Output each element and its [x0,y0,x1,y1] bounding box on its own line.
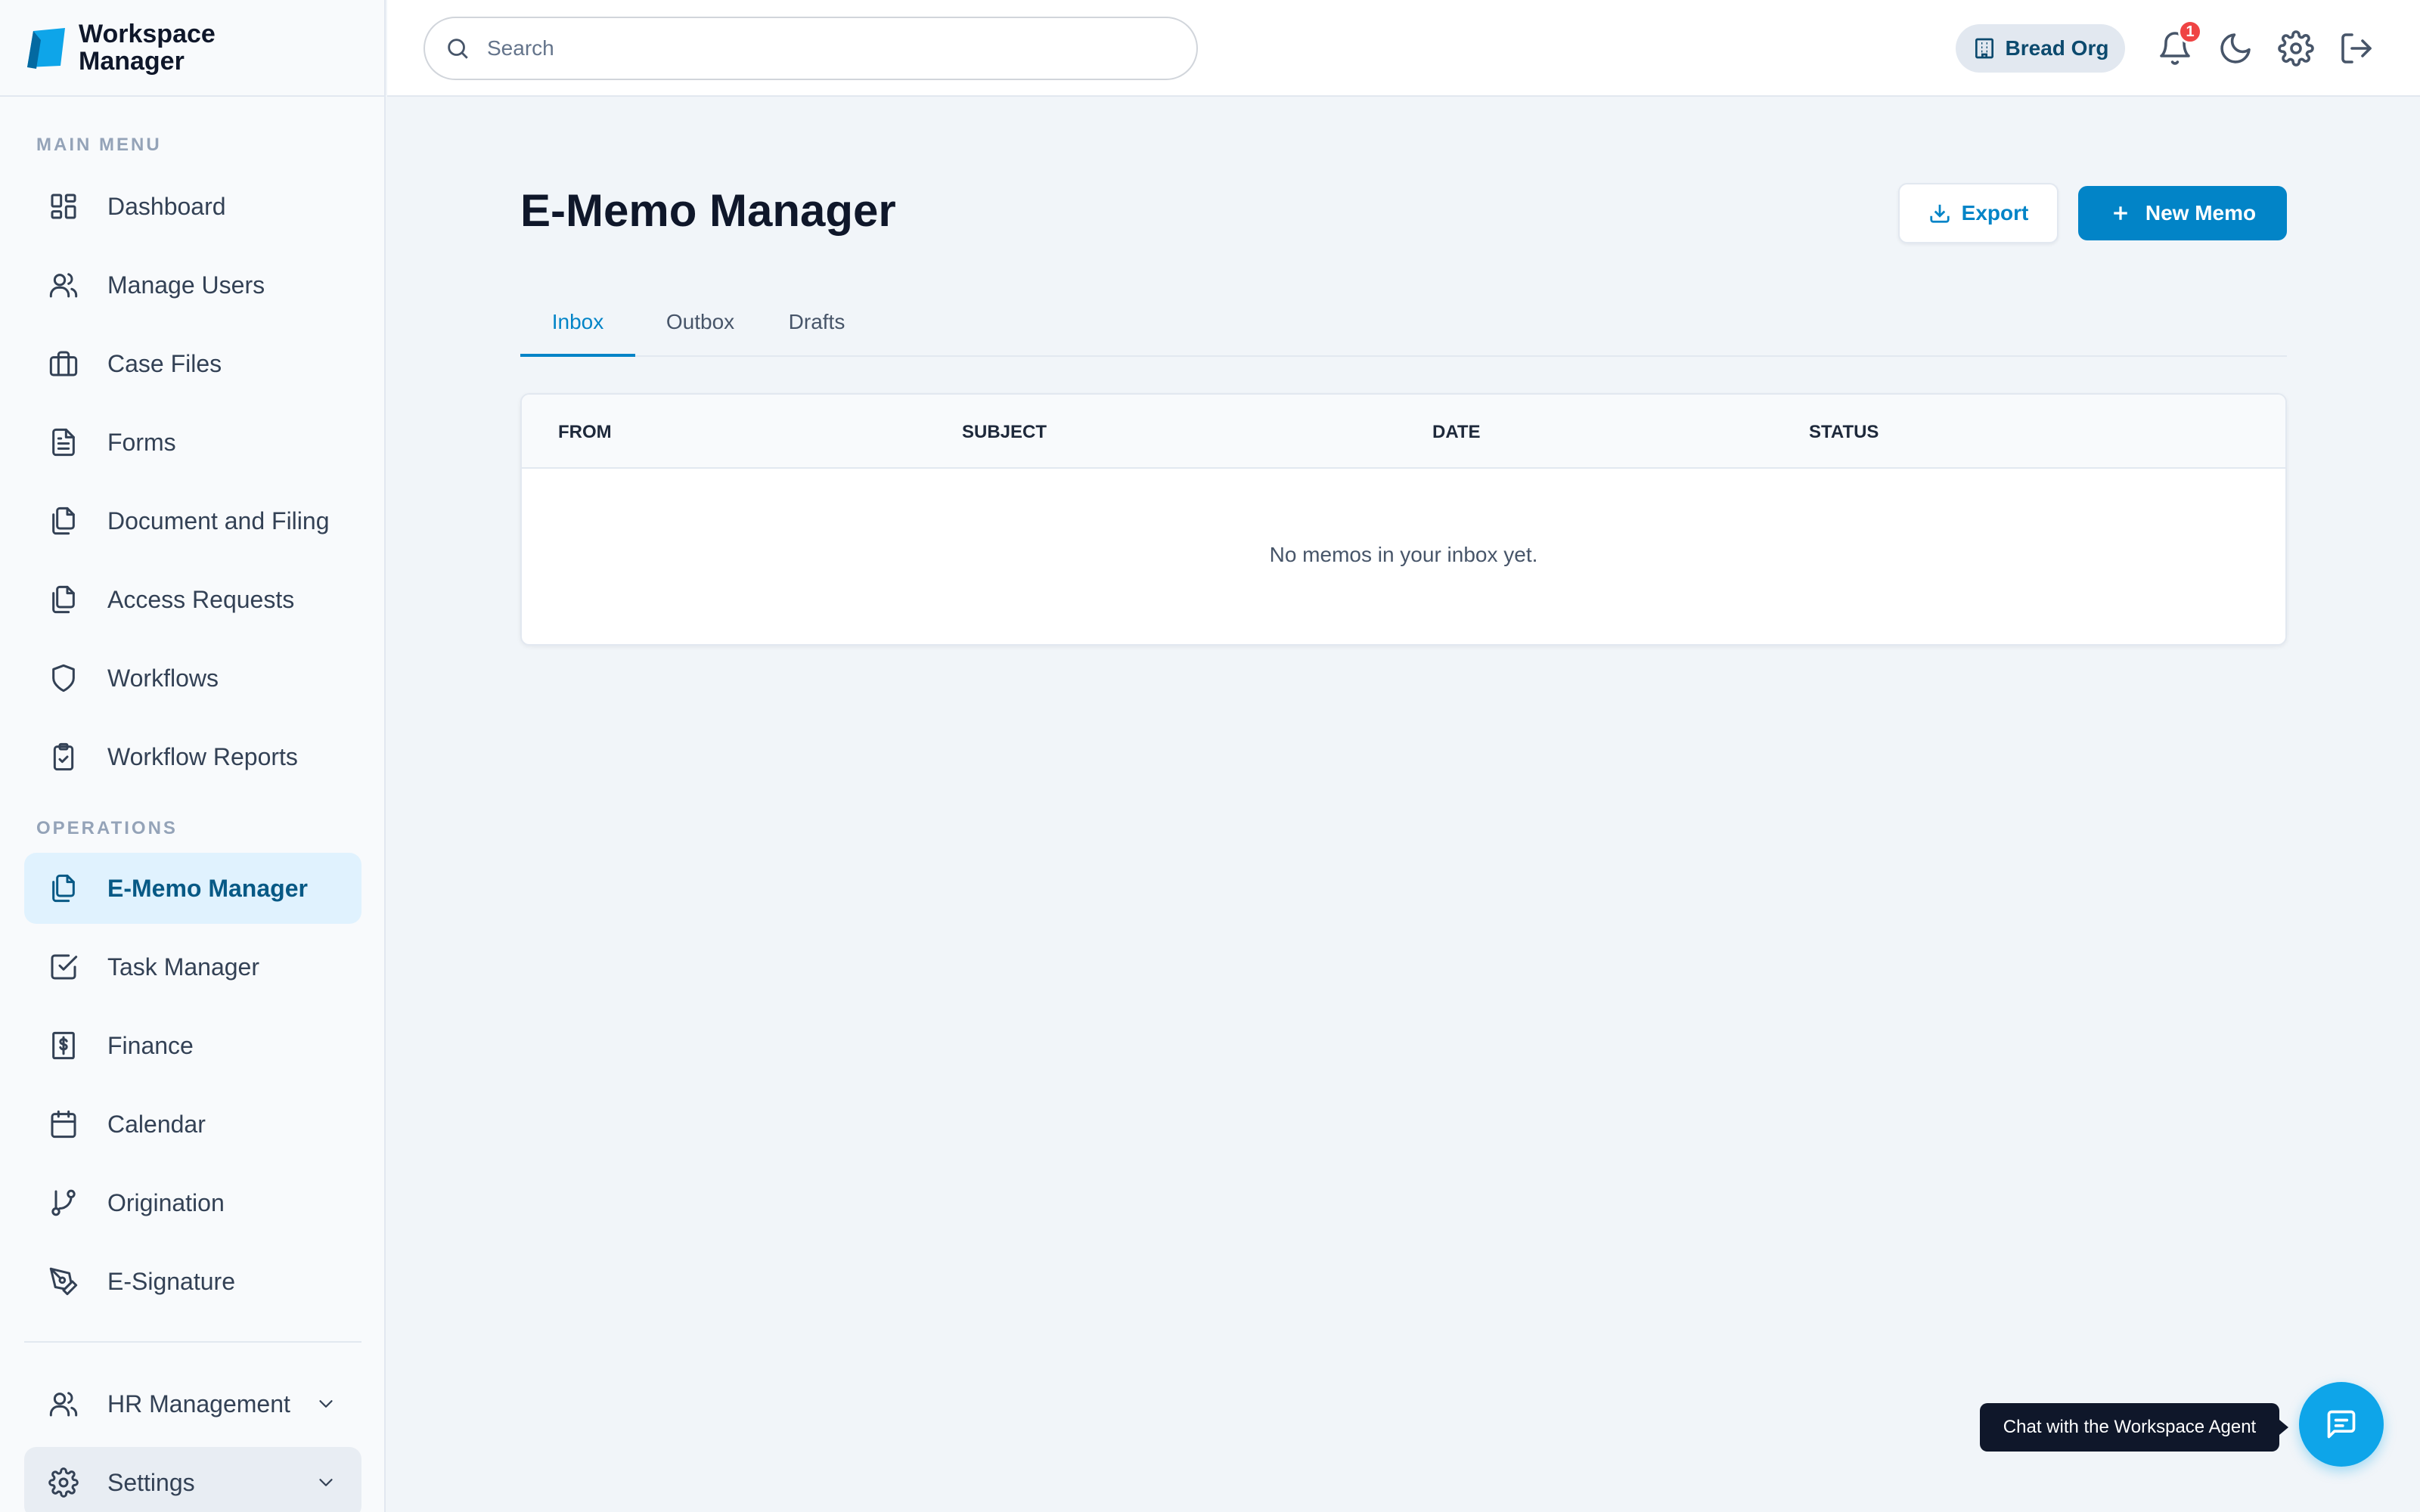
memo-table: FROM SUBJECT DATE STATUS No memos in you… [520,393,2287,646]
building-icon [1975,38,1993,59]
sidebar-item-label: Origination [107,1188,225,1216]
briefcase-icon [49,351,78,376]
org-switcher[interactable]: Bread Org [1956,24,2125,73]
git-branch-icon [51,1189,76,1216]
sidebar-item-label: Finance [107,1031,194,1059]
new-memo-button[interactable]: New Memo [2078,186,2287,240]
download-icon [1930,204,1950,223]
search-icon [448,39,468,59]
files-icon [52,507,75,535]
clipboard-check-icon [53,742,74,771]
sidebar-item-workflows[interactable]: Workflows [24,643,361,714]
chat-tooltip: Chat with the Workspace Agent [1980,1403,2288,1452]
memo-tabs: Inbox Outbox Drafts [520,301,2287,357]
sidebar-item-document-and-filing[interactable]: Document and Filing [24,485,361,556]
search-box[interactable] [424,17,1198,80]
shield-icon [52,664,75,692]
users-icon [49,273,78,298]
sidebar-item-task-manager[interactable]: Task Manager [24,931,361,1002]
sidebar-item-forms[interactable]: Forms [24,407,361,478]
sidebar-item-label: Access Requests [107,585,295,613]
export-label: Export [1961,201,2029,225]
calendar-icon [51,1110,76,1139]
sidebar-item-workflow-reports[interactable]: Workflow Reports [24,721,361,792]
sidebar-item-label: Workflow Reports [107,742,298,770]
files-icon [52,874,75,903]
dollar-receipt-icon [52,1031,75,1060]
chat-agent-button[interactable] [2299,1382,2384,1467]
operations-label: OPERATIONS [36,818,178,838]
topbar: Bread Org 1 [387,0,2420,97]
sidebar-item-origination[interactable]: Origination [24,1167,361,1238]
sidebar-divider [24,1341,361,1343]
sidebar-item-access-requests[interactable]: Access Requests [24,564,361,635]
brand-line-2: Manager [79,47,185,76]
sidebar-item-settings[interactable]: Settings [24,1447,361,1512]
gear-icon [2278,30,2314,67]
settings-button[interactable] [2278,30,2314,67]
sidebar-item-label: Dashboard [107,192,226,220]
sidebar-item-label: Workflows [107,664,219,692]
sidebar-item-label: E-Signature [107,1267,235,1295]
sidebar-item-label: Case Files [107,349,222,377]
pen-tool-icon [49,1267,78,1296]
sidebar-item-label: Manage Users [107,271,265,299]
logo-icon [27,28,65,69]
check-square-icon [51,954,78,980]
sidebar-item-label: Document and Filing [107,507,330,534]
sidebar-item-e-memo-manager[interactable]: E-Memo Manager [24,853,361,924]
moon-icon [2220,33,2251,64]
new-memo-label: New Memo [2145,201,2257,225]
column-header-from[interactable]: FROM [558,422,612,443]
tab-inbox[interactable]: Inbox [520,310,635,357]
notification-badge: 1 [2178,20,2202,44]
logout-icon [2341,33,2372,64]
search-input[interactable] [487,36,1168,60]
chevron-down-icon [319,1400,333,1408]
users-icon [49,1392,78,1417]
gear-icon [48,1467,79,1498]
file-text-icon [52,428,75,457]
empty-state-message: No memos in your inbox yet. [1269,543,1538,566]
brand-line-1: Workspace [79,20,216,48]
sidebar-item-hr-management[interactable]: HR Management [24,1368,361,1439]
main-menu-label: MAIN MENU [36,135,162,155]
chat-icon [2327,1410,2356,1439]
sidebar: Workspace Manager MAIN MENU Dashboard Ma… [0,0,386,1512]
table-header: FROM SUBJECT DATE STATUS [522,395,2285,469]
sidebar-item-case-files[interactable]: Case Files [24,328,361,399]
sidebar-item-label: Forms [107,428,176,456]
notifications-button[interactable]: 1 [2157,20,2202,67]
sidebar-item-label: Settings [107,1468,195,1496]
theme-toggle-button[interactable] [2217,30,2254,67]
brand-name: Workspace Manager [79,20,216,75]
sidebar-item-manage-users[interactable]: Manage Users [24,249,361,321]
chevron-down-icon [319,1479,333,1486]
sidebar-item-e-signature[interactable]: E-Signature [24,1246,361,1317]
column-header-date[interactable]: DATE [1432,422,1481,443]
tab-drafts[interactable]: Drafts [774,310,859,357]
sidebar-item-label: Task Manager [107,953,259,981]
dashboard-icon [51,194,76,219]
sidebar-item-label: E-Memo Manager [107,874,308,902]
column-header-subject[interactable]: SUBJECT [962,422,1047,443]
plus-icon [2114,206,2127,220]
org-name: Bread Org [2005,36,2109,60]
app-root: Workspace Manager MAIN MENU Dashboard Ma… [0,0,2420,1512]
sidebar-item-label: HR Management [107,1390,290,1418]
sidebar-item-label: Calendar [107,1110,206,1138]
export-button[interactable]: Export [1898,183,2059,243]
column-header-status[interactable]: STATUS [1809,422,1879,443]
files-icon [52,585,75,614]
sidebar-item-calendar[interactable]: Calendar [24,1089,361,1160]
logout-button[interactable] [2338,30,2375,67]
sidebar-item-dashboard[interactable]: Dashboard [24,171,361,242]
tab-outbox[interactable]: Outbox [653,310,747,357]
brand[interactable]: Workspace Manager [0,0,384,97]
sidebar-item-finance[interactable]: Finance [24,1010,361,1081]
page-title: E-Memo Manager [520,185,896,236]
